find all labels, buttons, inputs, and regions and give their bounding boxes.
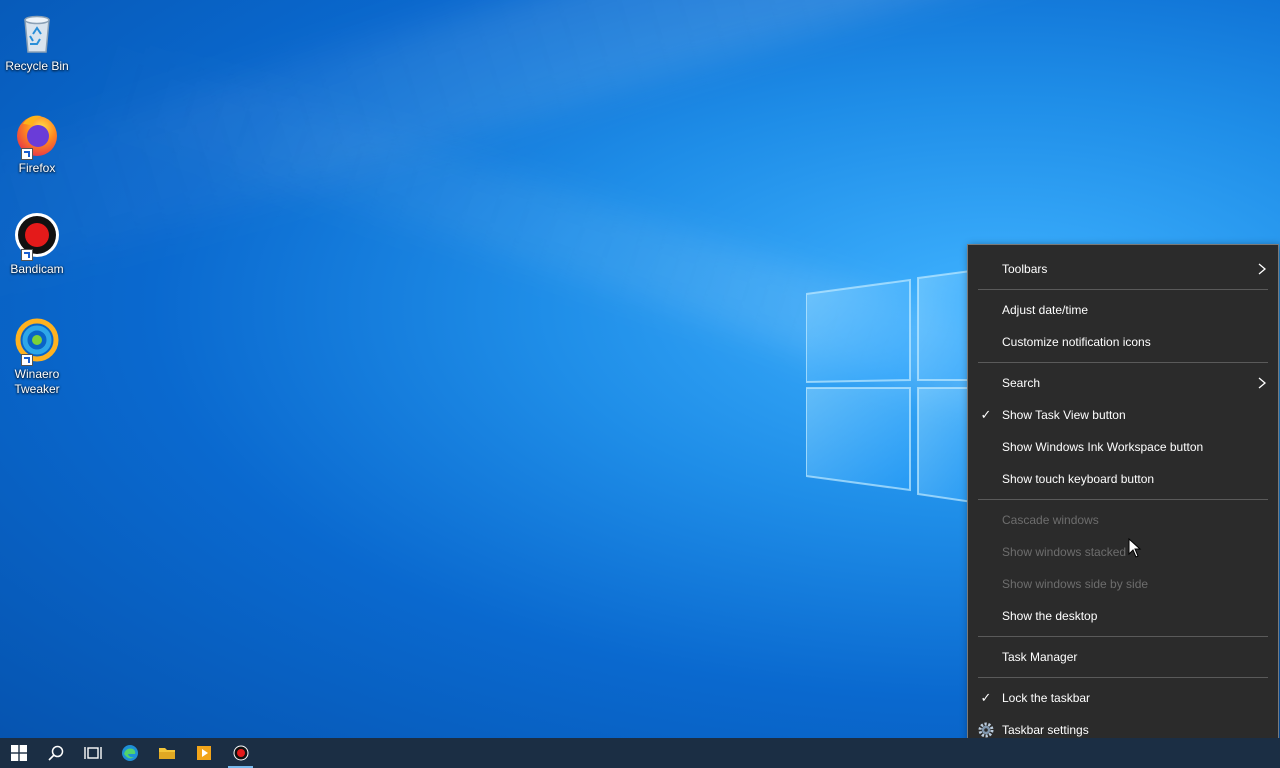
mouse-cursor-icon (1128, 538, 1142, 558)
desktop-icon-winaero-tweaker[interactable]: Winaero Tweaker (2, 310, 72, 397)
menu-item-toolbars[interactable]: Toolbars (968, 253, 1278, 285)
menu-separator (978, 289, 1268, 290)
taskbar-app-file-explorer[interactable] (148, 738, 185, 768)
menu-item-show-windows-side-by-side: Show windows side by side (968, 568, 1278, 600)
gear-icon (978, 722, 994, 738)
task-view-button[interactable] (74, 738, 111, 768)
chevron-right-icon (1258, 377, 1267, 389)
desktop-icon-label: Bandicam (10, 262, 64, 276)
menu-item-label: Show windows stacked (1002, 545, 1127, 559)
menu-item-search[interactable]: Search (968, 367, 1278, 399)
file-explorer-icon (158, 748, 175, 759)
desktop-icon-firefox[interactable]: Firefox (2, 104, 72, 176)
desktop-icon-label: Firefox (18, 161, 56, 175)
menu-item-cascade-windows: Cascade windows (968, 504, 1278, 536)
task-view-icon (83, 747, 102, 759)
menu-item-show-task-view-button[interactable]: ✓ Show Task View button (968, 399, 1278, 431)
taskbar-app-bandicam[interactable] (222, 738, 259, 768)
media-player-icon (196, 746, 211, 760)
shortcut-arrow-icon (21, 354, 33, 366)
checkmark-icon: ✓ (980, 407, 992, 422)
start-icon (10, 745, 27, 761)
menu-item-label: Search (1002, 376, 1041, 390)
menu-item-show-touch-keyboard-button[interactable]: Show touch keyboard button (968, 463, 1278, 495)
menu-item-show-windows-ink-workspace-button[interactable]: Show Windows Ink Workspace button (968, 431, 1278, 463)
menu-item-task-manager[interactable]: Task Manager (968, 641, 1278, 673)
bandicam-icon (233, 745, 248, 761)
menu-item-label: Show Windows Ink Workspace button (1002, 440, 1204, 454)
desktop-icon-label: Recycle Bin (5, 59, 69, 73)
checkmark-icon: ✓ (980, 690, 992, 705)
wallpaper-windows-logo (806, 268, 986, 504)
bandicam-icon (13, 211, 61, 261)
desktop-icon-bandicam[interactable]: Bandicam (2, 205, 72, 277)
taskbar-app-media-player[interactable] (185, 738, 222, 768)
menu-item-label: Toolbars (1002, 262, 1048, 276)
menu-item-label: Taskbar settings (1002, 723, 1089, 737)
menu-item-label: Show touch keyboard button (1002, 472, 1155, 486)
menu-item-customize-notification-icons[interactable]: Customize notification icons (968, 326, 1278, 358)
menu-item-label: Cascade windows (1002, 513, 1099, 527)
search-icon (47, 745, 63, 761)
winaero-tweaker-icon (13, 316, 61, 366)
recycle-bin-icon (13, 8, 61, 56)
firefox-icon (13, 110, 61, 160)
shortcut-arrow-icon (21, 249, 33, 261)
taskbar (0, 738, 1280, 768)
menu-item-label: Show Task View button (1002, 408, 1126, 422)
menu-item-label: Lock the taskbar (1002, 691, 1091, 705)
taskbar-context-menu: Toolbars Adjust date/time Customize noti… (967, 244, 1279, 755)
menu-separator (978, 499, 1268, 500)
start-button[interactable] (0, 738, 37, 768)
edge-icon (121, 745, 138, 761)
chevron-right-icon (1258, 263, 1267, 275)
menu-item-adjust-date-time[interactable]: Adjust date/time (968, 294, 1278, 326)
shortcut-arrow-icon (21, 148, 33, 160)
menu-item-label: Show the desktop (1002, 609, 1098, 623)
menu-item-show-windows-stacked: Show windows stacked (968, 536, 1278, 568)
menu-separator (978, 677, 1268, 678)
taskbar-app-edge[interactable] (111, 738, 148, 768)
menu-item-show-the-desktop[interactable]: Show the desktop (968, 600, 1278, 632)
menu-item-label: Adjust date/time (1002, 303, 1089, 317)
menu-item-label: Show windows side by side (1002, 577, 1149, 591)
menu-item-lock-the-taskbar[interactable]: ✓ Lock the taskbar (968, 682, 1278, 714)
menu-item-label: Customize notification icons (1002, 335, 1151, 349)
search-button[interactable] (37, 738, 74, 768)
menu-separator (978, 362, 1268, 363)
desktop-icon-recycle-bin[interactable]: Recycle Bin (2, 2, 72, 74)
menu-separator (978, 636, 1268, 637)
menu-item-label: Task Manager (1002, 650, 1078, 664)
desktop-icon-label: Winaero Tweaker (14, 367, 60, 396)
